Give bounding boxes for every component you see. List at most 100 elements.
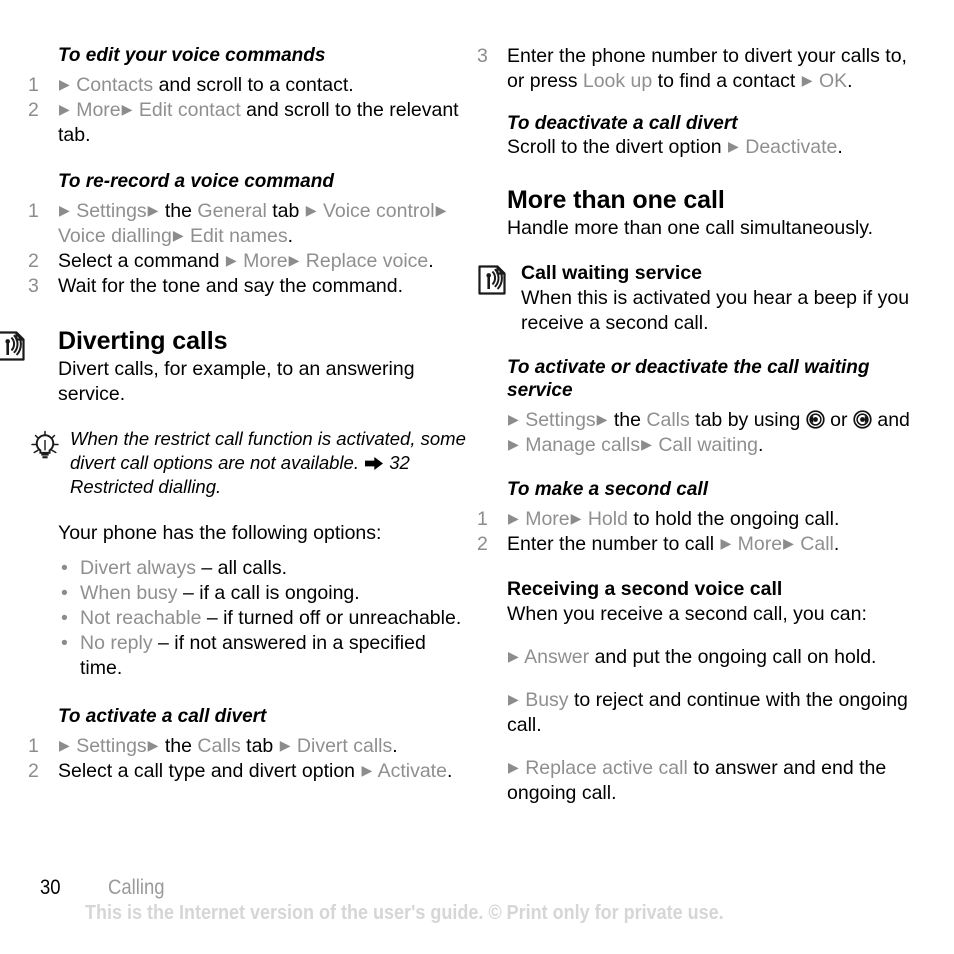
step-text: ▶ More▶ Hold to hold the ongoing call. bbox=[508, 508, 840, 530]
divert-options-list: • Divert always – all calls. • When busy – … bbox=[58, 556, 469, 681]
ui-term: Look up bbox=[582, 70, 653, 92]
page-number: 30 bbox=[40, 876, 61, 899]
ui-term: More bbox=[76, 99, 121, 121]
ui-term: More bbox=[243, 250, 288, 272]
joystick-left-icon bbox=[806, 410, 825, 429]
numbered-step: 3 Wait for the tone and say the command. bbox=[28, 274, 469, 299]
page-footer: 30 Calling This is the Internet version … bbox=[0, 868, 954, 954]
numbered-step: 3 Enter the phone number to divert your c… bbox=[477, 44, 928, 94]
tip-callout: When the restrict call function is activ… bbox=[28, 427, 469, 499]
ui-term: OK bbox=[818, 70, 848, 92]
ui-arrow-icon: ▶ bbox=[508, 411, 519, 427]
ui-term: No reply bbox=[80, 632, 153, 654]
step-number: 1 bbox=[28, 74, 39, 96]
numbered-steps: 1 ▶ More▶ Hold to hold the ongoing call. 2… bbox=[477, 507, 928, 557]
option-line: ▶ Answer and put the ongoing call on hol… bbox=[508, 646, 877, 668]
network-service-icon bbox=[477, 264, 507, 296]
option-line: ▶ Replace active call to answer and end … bbox=[507, 757, 887, 804]
section-deactivate-call-divert: To deactivate a call divert Scroll to th… bbox=[477, 112, 928, 160]
ui-term: General bbox=[197, 200, 267, 222]
ui-term: Divert always bbox=[80, 557, 196, 579]
section-heading: Receiving a second voice call bbox=[507, 578, 783, 600]
ui-term: Divert calls bbox=[296, 735, 393, 757]
ui-arrow-icon: ▶ bbox=[783, 535, 794, 551]
section-body: When this is activated you hear a beep i… bbox=[521, 287, 910, 334]
ui-term: Voice control bbox=[322, 200, 435, 222]
step-number: 2 bbox=[28, 99, 39, 121]
ui-arrow-icon: ▶ bbox=[720, 535, 732, 551]
ui-term: Calls bbox=[646, 409, 690, 431]
ui-term: Call waiting bbox=[658, 434, 759, 456]
section-heading: To re-record a voice command bbox=[58, 171, 334, 192]
ui-arrow-icon: ▶ bbox=[305, 202, 317, 218]
numbered-step: 1 ▶ More▶ Hold to hold the ongoing call. bbox=[477, 507, 928, 532]
cross-reference-arrow-icon bbox=[364, 453, 384, 470]
ui-arrow-icon: ▶ bbox=[508, 648, 519, 664]
numbered-steps-continued: 3 Enter the phone number to divert your c… bbox=[477, 44, 928, 94]
ui-term: Busy bbox=[525, 689, 569, 711]
ui-term: Manage calls bbox=[525, 434, 641, 456]
ui-arrow-icon: ▶ bbox=[508, 436, 519, 452]
options-intro: Your phone has the following options: bbox=[58, 522, 382, 544]
list-item: • When busy – if a call is ongoing. bbox=[61, 582, 360, 604]
ui-arrow-icon: ▶ bbox=[728, 138, 739, 154]
section-heading: Call waiting service bbox=[521, 262, 702, 284]
two-column-layout: To edit your voice commands 1 ▶ Contacts … bbox=[0, 44, 954, 806]
ui-term: Replace voice bbox=[305, 250, 429, 272]
ui-term: More bbox=[525, 508, 570, 530]
section-more-than-one-call: More than one call Handle more than one … bbox=[477, 186, 928, 241]
lightbulb-tip-icon bbox=[28, 429, 62, 461]
numbered-step: 2 Select a call type and divert option ▶ … bbox=[28, 759, 469, 784]
ui-term: Calls bbox=[197, 735, 241, 757]
ui-term: When busy bbox=[80, 582, 178, 604]
numbered-step: 1 ▶ Contacts and scroll to a contact. bbox=[28, 73, 469, 98]
step-number: 1 bbox=[28, 200, 39, 222]
numbered-step: 2 Select a command ▶ More▶ Replace voice. bbox=[28, 249, 469, 274]
numbered-steps: 1 ▶ Settings▶ the General tab ▶ Voice con… bbox=[28, 199, 469, 299]
ui-arrow-icon: ▶ bbox=[508, 510, 519, 526]
step-number: 2 bbox=[28, 760, 39, 782]
ui-arrow-icon: ▶ bbox=[147, 737, 159, 753]
ui-arrow-icon: ▶ bbox=[225, 252, 237, 268]
page-title: More than one call bbox=[507, 186, 725, 214]
step-text: Enter the number to call ▶ More▶ Call. bbox=[507, 533, 840, 555]
step-number: 3 bbox=[477, 45, 488, 67]
section-heading: To activate a call divert bbox=[58, 706, 267, 727]
divert-options-block: Your phone has the following options: • D… bbox=[28, 521, 469, 681]
ui-arrow-icon: ▶ bbox=[508, 691, 519, 707]
ui-term: More bbox=[737, 533, 783, 555]
numbered-steps: 1 ▶ Settings▶ the Calls tab ▶ Divert call… bbox=[28, 734, 469, 784]
second-call-options: ▶ Answer and put the ongoing call on hol… bbox=[507, 645, 928, 806]
ui-term: Edit contact bbox=[138, 99, 241, 121]
right-column: 3 Enter the phone number to divert your c… bbox=[477, 44, 954, 806]
numbered-step: 2 Enter the number to call ▶ More▶ Call. bbox=[477, 532, 928, 557]
ui-arrow-icon: ▶ bbox=[147, 202, 159, 218]
ui-term: Hold bbox=[587, 508, 628, 530]
bullet-icon: • bbox=[61, 607, 68, 629]
step-text: ▶ Settings▶ the Calls tab ▶ Divert calls… bbox=[59, 735, 398, 757]
section-body: Divert calls, for example, to an answeri… bbox=[58, 358, 415, 405]
step-number: 3 bbox=[28, 275, 39, 297]
bullet-icon: • bbox=[61, 582, 68, 604]
ui-arrow-icon: ▶ bbox=[59, 202, 70, 218]
step-text: Wait for the tone and say the command. bbox=[58, 275, 404, 297]
ui-arrow-icon: ▶ bbox=[361, 762, 373, 778]
section-heading: To activate or deactivate the call waiti… bbox=[507, 357, 870, 401]
ui-arrow-icon: ▶ bbox=[172, 227, 184, 243]
ui-arrow-icon: ▶ bbox=[279, 737, 291, 753]
network-service-icon bbox=[0, 330, 26, 362]
step-text: Enter the phone number to divert your ca… bbox=[507, 45, 907, 92]
section-diverting-calls: Diverting calls Divert calls, for exampl… bbox=[0, 327, 469, 407]
ui-term: Activate bbox=[377, 760, 447, 782]
ui-arrow-icon: ▶ bbox=[288, 252, 300, 268]
ui-arrow-icon: ▶ bbox=[508, 759, 519, 775]
section-activate-call-divert: To activate a call divert 1 ▶ Settings▶ t… bbox=[28, 705, 469, 784]
ui-term: Contacts bbox=[76, 74, 154, 96]
section-line: ▶ Settings▶ the Calls tab by using or an… bbox=[508, 409, 910, 456]
ui-arrow-icon: ▶ bbox=[435, 202, 447, 218]
section-heading: To edit your voice commands bbox=[58, 45, 326, 66]
list-item: • No reply – if not answered in a specifi… bbox=[61, 632, 426, 679]
section-body: Handle more than one call simultaneously… bbox=[507, 217, 874, 239]
ui-term: Replace active call bbox=[525, 757, 688, 779]
section-line: Scroll to the divert option ▶ Deactivate… bbox=[507, 136, 843, 158]
